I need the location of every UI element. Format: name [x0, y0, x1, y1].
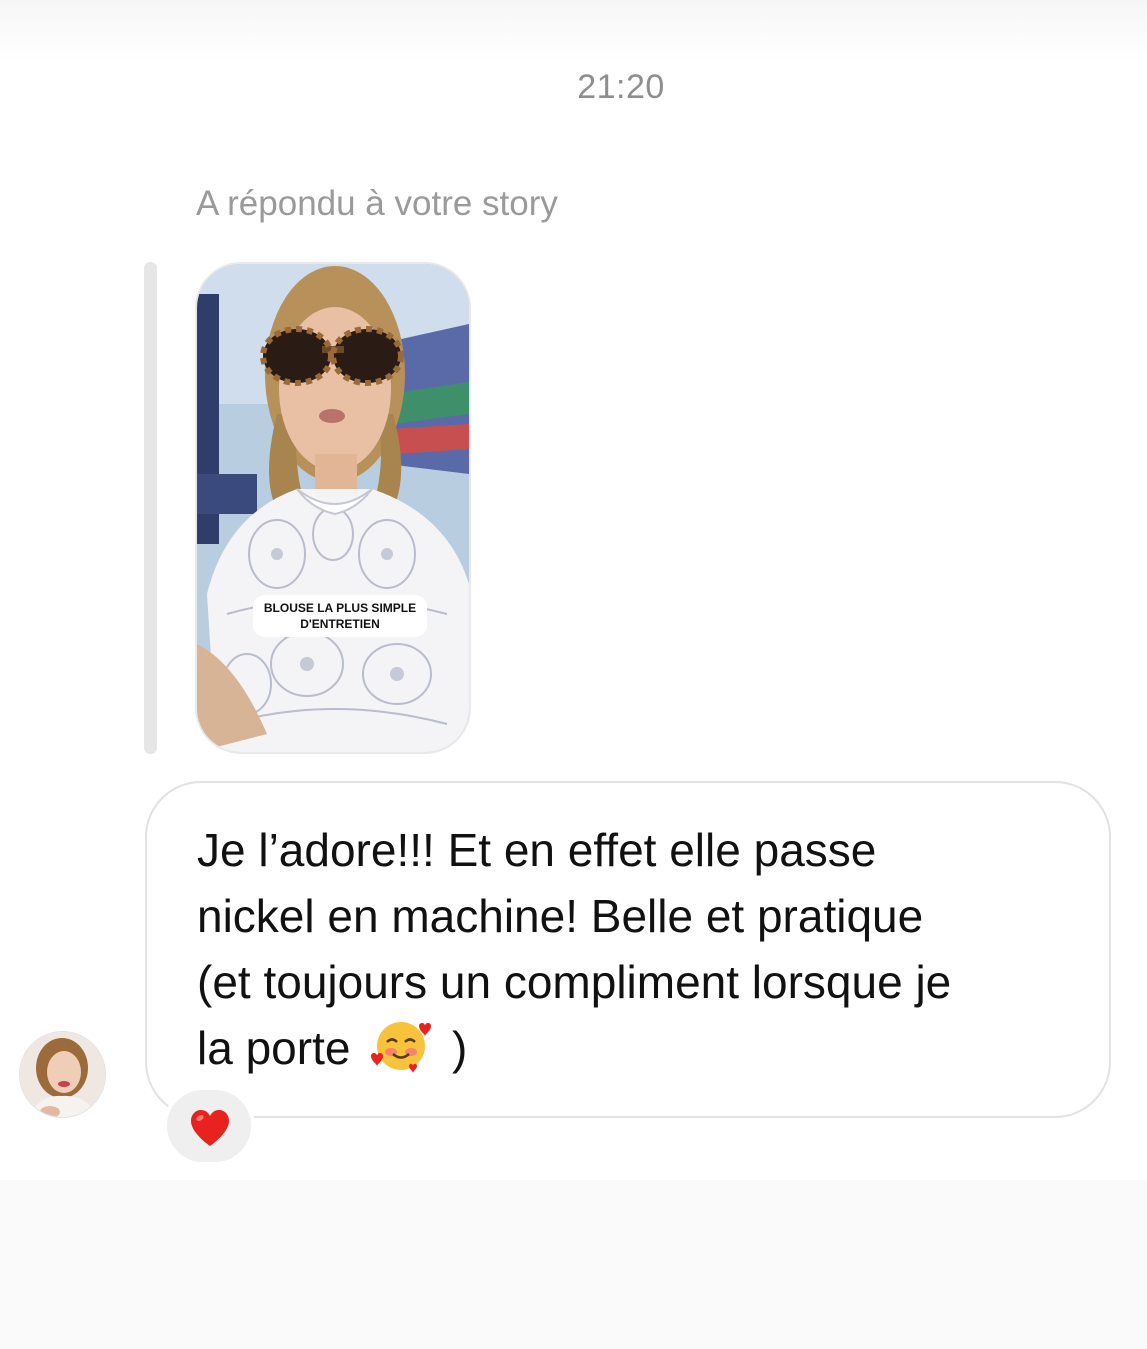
message-line-3: (et toujours un compliment lorsque je	[197, 956, 952, 1008]
message-bubble[interactable]: Je l’adore!!! Et en effet elle passe nic…	[145, 781, 1111, 1118]
message-line-4: la porte )	[197, 1015, 1077, 1091]
red-heart-icon	[191, 1110, 229, 1146]
message-reaction[interactable]	[163, 1086, 255, 1166]
story-caption-line-2: D'ENTRETIEN	[300, 617, 380, 631]
avatar-photo	[20, 1032, 105, 1117]
story-reply-label: A répondu à votre story	[196, 184, 558, 223]
sender-avatar[interactable]	[19, 1031, 106, 1118]
message-text: Je l’adore!!! Et en effet elle passe nic…	[197, 817, 1077, 1091]
story-thumbnail[interactable]: BLOUSE LA PLUS SIMPLE D'ENTRETIEN	[195, 262, 471, 754]
story-caption-sticker: BLOUSE LA PLUS SIMPLE D'ENTRETIEN	[253, 595, 427, 637]
message-line-2: nickel en machine! Belle et pratique	[197, 890, 924, 942]
message-line-4-close: )	[452, 1022, 468, 1074]
footer-blank-area	[0, 1180, 1147, 1349]
story-caption-line-1: BLOUSE LA PLUS SIMPLE	[263, 601, 417, 615]
smiling-face-with-hearts-icon	[369, 1016, 433, 1091]
story-quote-bar	[144, 262, 157, 754]
top-fade	[0, 0, 1147, 62]
message-line-4-text: la porte	[197, 1022, 351, 1074]
story-photo	[197, 264, 469, 752]
message-timestamp: 21:20	[577, 68, 665, 106]
message-line-1: Je l’adore!!! Et en effet elle passe	[197, 824, 877, 876]
